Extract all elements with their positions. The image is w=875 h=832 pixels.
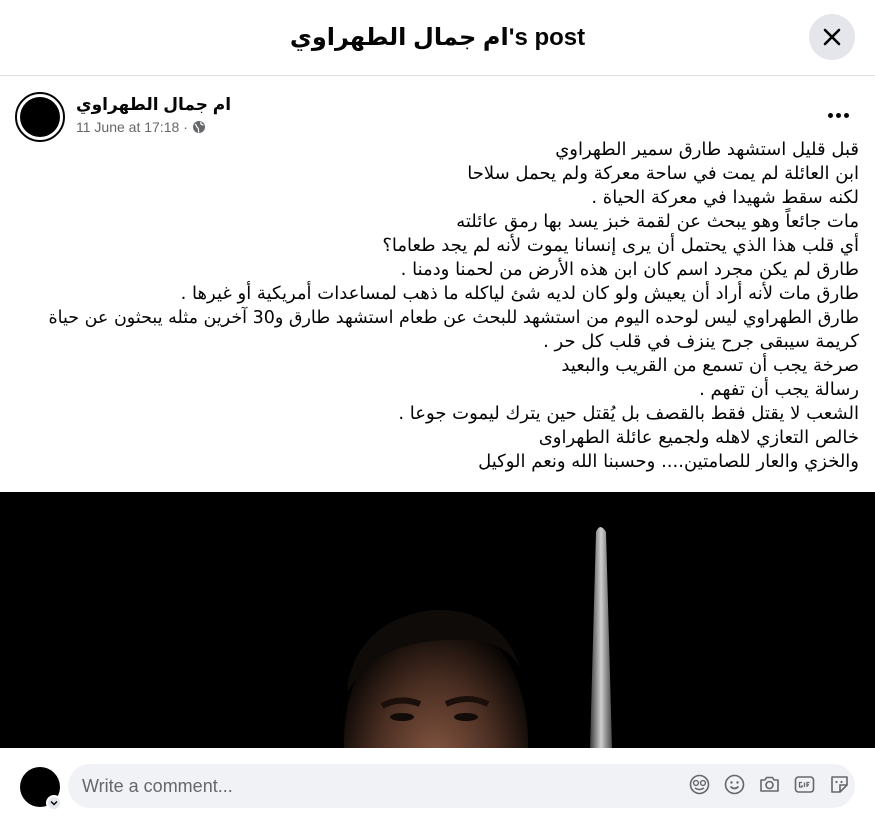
- post-text-line: الشعب لا يقتل فقط بالقصف بل يُقتل حين يت…: [398, 403, 859, 424]
- post-text-line: مات جائعاً وهو يبحث عن لقمة خبز يسد بها …: [456, 211, 859, 232]
- post-body: قبل قليل استشهد طارق سمير الطهراوي ابن ا…: [14, 138, 859, 474]
- close-icon: [823, 28, 841, 46]
- avatar-sticker-icon[interactable]: [688, 773, 711, 796]
- more-dot-icon: [835, 112, 841, 118]
- close-button[interactable]: [809, 14, 855, 60]
- comment-composer: [0, 748, 875, 832]
- post-text-line: لكنه سقط شهيدا في معركة الحياة .: [591, 187, 859, 208]
- more-options-button[interactable]: [823, 105, 853, 125]
- post-text-line: أي قلب هذا الذي يحتمل أن يرى إنسانا يموت…: [382, 235, 859, 256]
- dialog-title: ام جمال الطهراوي's post: [289, 24, 586, 51]
- author-name[interactable]: ام جمال الطهراوي: [76, 95, 231, 115]
- post-timestamp[interactable]: 11 June at 17:18: [76, 119, 179, 135]
- post-photo[interactable]: [0, 492, 875, 748]
- photo-image: [0, 492, 875, 748]
- chevron-down-icon: [50, 800, 58, 806]
- camera-icon[interactable]: [758, 773, 781, 796]
- post-text-line: طارق الطهراوي ليس لوحده اليوم من استشهد …: [48, 308, 859, 328]
- meta-separator: ·: [183, 119, 188, 135]
- author-avatar[interactable]: [15, 92, 65, 142]
- post-text-line: صرخة يجب أن تسمع من القريب والبعيد: [561, 355, 859, 376]
- dialog-header: ام جمال الطهراوي's post: [0, 0, 875, 76]
- post-header: ام جمال الطهراوي 11 June at 17:18 ·: [0, 77, 875, 142]
- post-meta: 11 June at 17:18 ·: [76, 119, 206, 135]
- comment-tools: [688, 773, 851, 796]
- more-dot-icon: [827, 112, 833, 118]
- gif-icon[interactable]: [793, 773, 816, 796]
- globe-icon[interactable]: [192, 120, 206, 134]
- post-text-line: قبل قليل استشهد طارق سمير الطهراوي: [555, 139, 859, 160]
- more-dot-icon: [843, 112, 849, 118]
- post-text-line: رسالة يجب أن تفهم .: [699, 379, 859, 400]
- post-text-line: طارق لم يكن مجرد اسم كان ابن هذه الأرض م…: [400, 259, 859, 280]
- post-text-line: والخزي والعار للصامتين.... وحسبنا الله و…: [478, 451, 859, 472]
- post-text-line: ابن العائلة لم يمت في ساحة معركة ولم يحم…: [467, 163, 859, 184]
- avatar-image: [20, 97, 60, 137]
- sticker-icon[interactable]: [828, 773, 851, 796]
- post-text-line: خالص التعازي لاهله ولجميع عائلة الطهراوى: [538, 427, 859, 448]
- post-text-line: طارق مات لأنه أراد أن يعيش ولو كان لديه …: [180, 283, 859, 304]
- post-text-line: كريمة سيبقى جرح ينزف في قلب كل حر .: [543, 331, 859, 352]
- profile-switch-button[interactable]: [46, 795, 62, 811]
- emoji-icon[interactable]: [723, 773, 746, 796]
